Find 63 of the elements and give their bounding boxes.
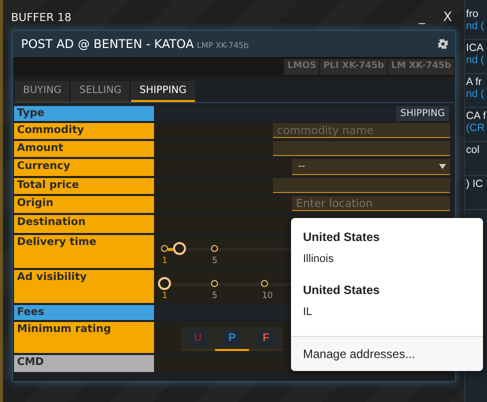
manage-addresses-option[interactable]: Manage addresses... <box>291 336 483 371</box>
location-input[interactable]: Enter location <box>292 196 450 211</box>
background-text: fro <box>466 8 478 20</box>
background-text: col <box>466 144 480 156</box>
slider-tick <box>161 245 168 252</box>
select-value: -- <box>298 161 306 172</box>
text-input[interactable] <box>273 178 450 193</box>
background-link-text: nd ( <box>466 54 484 66</box>
slider-thumb[interactable] <box>158 277 171 290</box>
caret-icon <box>439 164 446 169</box>
tick-label: 5 <box>212 256 218 266</box>
tick-label: 1 <box>162 256 168 266</box>
address-suggestion[interactable]: United States Illinois <box>291 218 483 271</box>
rating-option[interactable]: F <box>249 327 283 351</box>
slider-thumb[interactable] <box>172 242 186 255</box>
address-country: United States <box>303 230 380 244</box>
tab[interactable]: BUYING <box>15 81 70 102</box>
text-input[interactable]: commodity name <box>273 123 450 138</box>
license-badge: LMOS <box>284 59 320 75</box>
background-text: CA f <box>466 110 486 122</box>
tab[interactable]: SHIPPING <box>131 81 195 102</box>
address-region: IL <box>303 306 312 318</box>
field-label: Currency <box>14 159 154 176</box>
background-text: ) IC <box>466 178 483 190</box>
panel-subtitle: LMP XK-745b <box>196 41 249 50</box>
background-link-text: nd ( <box>466 20 484 32</box>
rating-letter: P <box>224 330 240 346</box>
currency-select[interactable]: -- <box>292 159 450 175</box>
tick-label: 5 <box>212 291 218 301</box>
field-label: Ad visibility <box>14 270 154 303</box>
panel-title: POST AD @ BENTEN - KATOA <box>21 37 194 51</box>
field-label: Total price <box>14 178 154 194</box>
minimize-button[interactable]: _ <box>414 10 430 24</box>
field-label: Fees <box>14 305 154 320</box>
field-label: CMD <box>14 355 154 372</box>
tick-label: 1 <box>162 291 168 301</box>
background-text: A fr <box>466 76 482 88</box>
address-suggestion[interactable]: United States IL <box>291 271 483 324</box>
rating-letter: F <box>258 330 274 346</box>
address-region: Illinois <box>303 253 334 265</box>
license-badge: LM XK-745b <box>388 59 454 75</box>
window-title: BUFFER 18 <box>11 10 72 24</box>
field-label: Origin <box>14 196 154 213</box>
rating-option[interactable]: P <box>215 327 249 351</box>
manage-addresses-text: Manage addresses... <box>303 347 416 361</box>
address-country: United States <box>303 283 380 297</box>
tick-label: 10 <box>262 291 273 301</box>
tab[interactable]: SELLING <box>71 81 130 102</box>
background-text: ICA <box>466 42 484 54</box>
field-label: Delivery time <box>14 235 154 268</box>
background-link-text: nd ( <box>466 88 484 100</box>
text-input[interactable] <box>273 141 450 156</box>
field-label: Type <box>14 106 154 121</box>
close-button[interactable]: X <box>439 10 456 24</box>
field-label: Minimum rating <box>14 322 154 353</box>
rating-letter: U <box>190 330 206 346</box>
license-badge: PLI XK-745b <box>320 59 388 75</box>
settings-icon[interactable] <box>438 39 448 49</box>
field-label: Destination <box>14 215 154 233</box>
field-label: Amount <box>14 141 154 157</box>
field-label: Commodity <box>14 123 154 139</box>
background-link-text: (CR <box>466 122 485 134</box>
type-value: SHIPPING <box>396 106 449 121</box>
